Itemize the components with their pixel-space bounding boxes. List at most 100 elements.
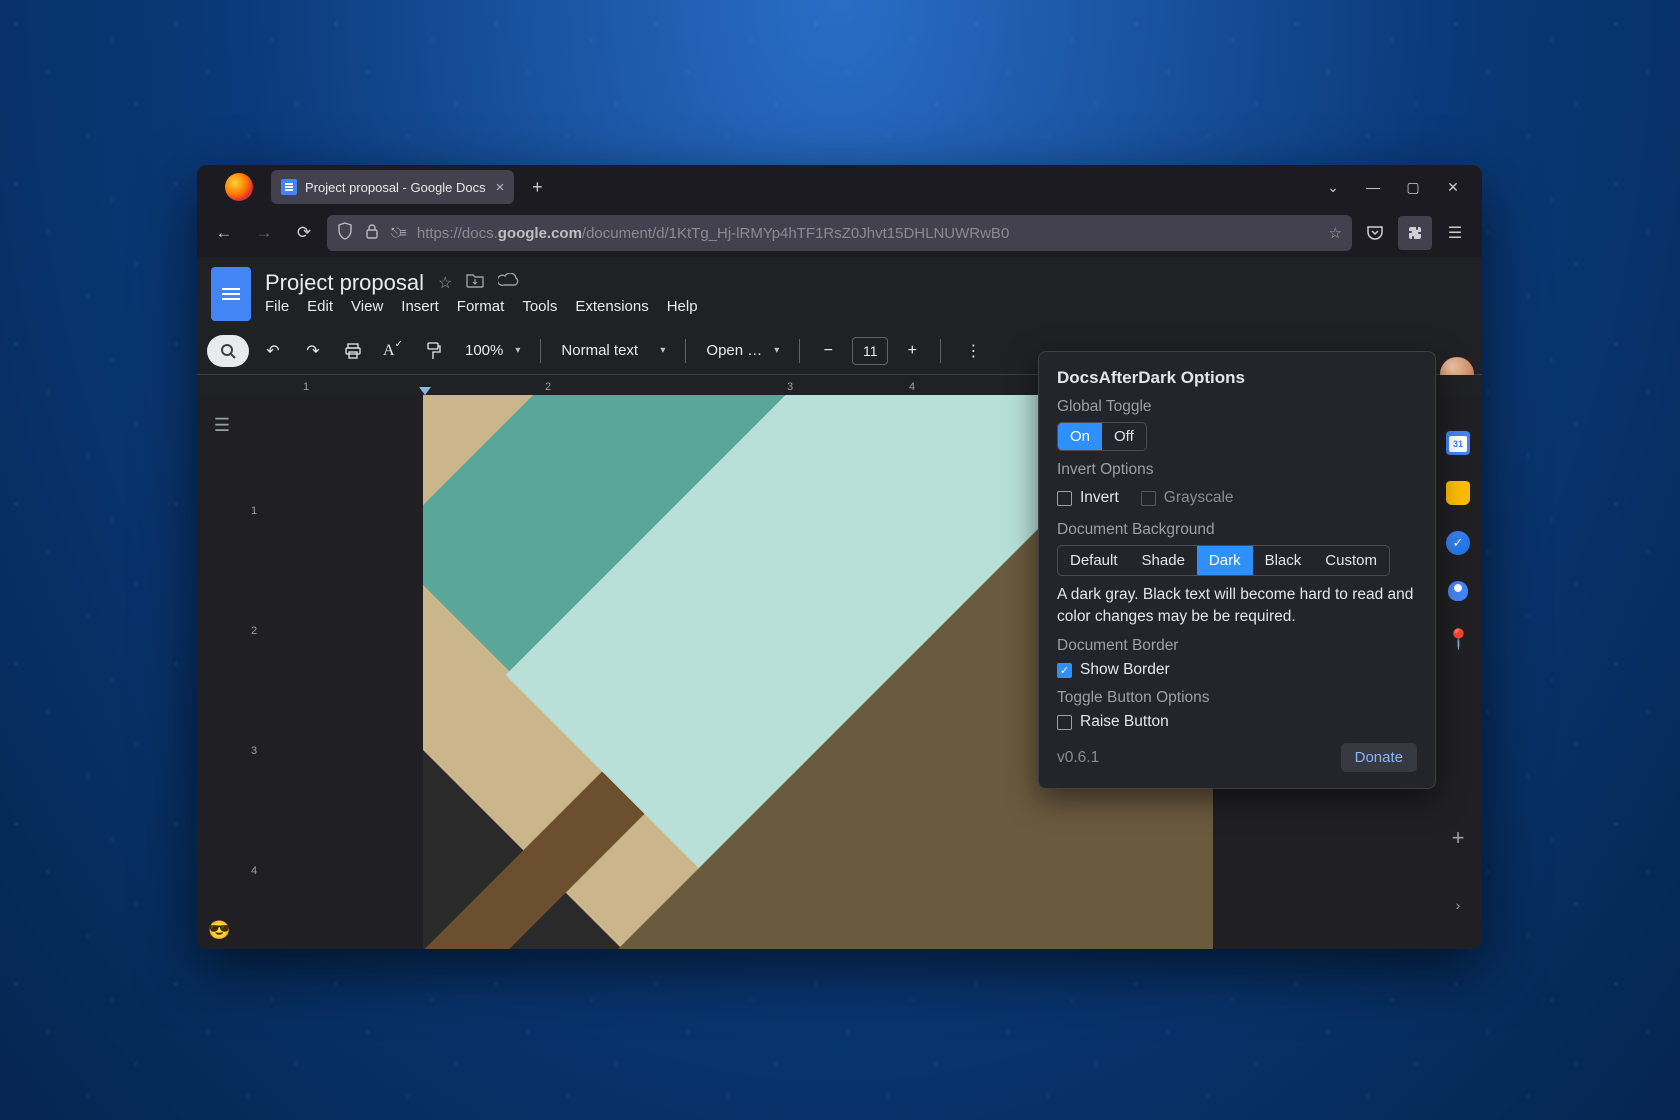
menu-help[interactable]: Help [667,298,698,315]
global-toggle-segment: On Off [1057,422,1147,451]
menu-insert[interactable]: Insert [401,298,439,315]
permissions-icon[interactable]: ⎋≡ [391,225,405,241]
side-panel-rail: 📍 + › [1434,395,1482,949]
menu-tools[interactable]: Tools [522,298,557,315]
cloud-status-icon[interactable] [498,273,520,292]
vertical-ruler[interactable]: 1 2 3 4 [247,395,267,949]
keep-icon[interactable] [1446,481,1470,505]
window-maximize-button[interactable]: ▢ [1404,179,1422,196]
ruler-tick: 3 [251,745,257,757]
move-folder-icon[interactable] [466,272,484,293]
show-border-text: Show Border [1080,661,1170,679]
redo-button[interactable]: ↷ [297,335,329,367]
menu-bar: File Edit View Insert Format Tools Exten… [265,298,698,315]
tab-close-icon[interactable]: × [494,179,507,196]
docs-titlebar: Project proposal ☆ File Edit View Insert… [197,257,1482,321]
zoom-select[interactable]: 100% [457,335,528,367]
shield-icon[interactable] [337,222,353,244]
ruler-tick: 4 [909,381,915,393]
paragraph-style-select[interactable]: Normal text [553,335,673,367]
global-toggle-on[interactable]: On [1058,423,1102,450]
maps-icon[interactable]: 📍 [1446,627,1470,651]
tabs-dropdown-icon[interactable]: ⌄ [1324,179,1342,196]
docs-favicon-icon [281,179,297,195]
global-toggle-label: Global Toggle [1057,398,1417,416]
ruler-tick: 2 [545,381,551,393]
grayscale-checkbox [1141,491,1156,506]
lock-icon[interactable] [365,223,379,243]
doc-border-label: Document Border [1057,637,1417,655]
bg-option-black[interactable]: Black [1253,546,1314,575]
bg-option-default[interactable]: Default [1058,546,1130,575]
url-bar[interactable]: ⎋≡ https://docs.google.com/document/d/1K… [327,215,1352,251]
menu-format[interactable]: Format [457,298,505,315]
navigation-toolbar: ← → ⟳ ⎋≡ https://docs.google.com/documen… [197,209,1482,257]
tasks-icon[interactable] [1446,531,1470,555]
forward-button[interactable]: → [247,216,281,250]
font-select[interactable]: Open … [698,335,787,367]
calendar-icon[interactable] [1446,431,1470,455]
toolbar-separator [799,339,800,363]
search-menus-button[interactable] [207,335,249,367]
global-toggle-off[interactable]: Off [1102,423,1146,450]
menu-extensions[interactable]: Extensions [575,298,648,315]
show-border-row[interactable]: ✓ Show Border [1057,661,1417,679]
font-size-input[interactable]: 11 [852,337,888,365]
doc-bg-label: Document Background [1057,521,1417,539]
ruler-tick: 1 [303,381,309,393]
docs-app: Project proposal ☆ File Edit View Insert… [197,257,1482,949]
invert-checkbox[interactable] [1057,491,1072,506]
window-close-button[interactable]: ✕ [1444,179,1462,196]
indent-marker-icon[interactable] [419,387,431,395]
star-icon[interactable]: ☆ [438,273,452,293]
menu-edit[interactable]: Edit [307,298,333,315]
document-outline-icon[interactable]: ☰ [214,415,230,436]
side-panel-collapse-icon[interactable]: › [1456,897,1461,913]
extension-version: v0.6.1 [1057,749,1099,767]
back-button[interactable]: ← [207,216,241,250]
menu-file[interactable]: File [265,298,289,315]
bg-option-custom[interactable]: Custom [1313,546,1389,575]
undo-button[interactable]: ↶ [257,335,289,367]
menu-view[interactable]: View [351,298,383,315]
toolbar-separator [540,339,541,363]
extensions-button[interactable] [1398,216,1432,250]
ruler-tick: 2 [251,625,257,637]
toolbar-overflow-button[interactable]: ⋮ [957,335,989,367]
bg-option-shade[interactable]: Shade [1130,546,1197,575]
get-addons-icon[interactable]: + [1452,825,1465,851]
bg-option-dark[interactable]: Dark [1197,546,1253,575]
app-menu-button[interactable]: ☰ [1438,216,1472,250]
pocket-icon[interactable] [1358,216,1392,250]
reload-button[interactable]: ⟳ [287,216,321,250]
invert-text: Invert [1080,489,1119,507]
window-minimize-button[interactable]: — [1364,179,1382,196]
raise-button-checkbox[interactable] [1057,715,1072,730]
browser-window: Project proposal - Google Docs × + ⌄ — ▢… [197,165,1482,949]
document-title[interactable]: Project proposal [265,270,424,296]
new-tab-button[interactable]: + [522,177,552,198]
bg-description: A dark gray. Black text will become hard… [1057,584,1417,627]
ruler-tick: 3 [787,381,793,393]
toolbar-separator [940,339,941,363]
doc-bg-segment: Default Shade Dark Black Custom [1057,545,1390,576]
url-text: https://docs.google.com/document/d/1KtTg… [417,225,1317,242]
invert-checkbox-row[interactable]: Invert [1057,489,1119,507]
raise-button-row[interactable]: Raise Button [1057,713,1417,731]
contacts-icon[interactable] [1448,581,1468,601]
donate-button[interactable]: Donate [1341,743,1417,772]
ruler-tick: 1 [251,505,257,517]
font-size-decrease[interactable]: − [812,335,844,367]
tab-active[interactable]: Project proposal - Google Docs × [271,170,514,204]
font-size-increase[interactable]: + [896,335,928,367]
bookmark-star-icon[interactable]: ☆ [1329,224,1342,242]
raise-button-text: Raise Button [1080,713,1169,731]
spellcheck-button[interactable]: A✓ [377,335,409,367]
emoji-reaction-icon[interactable]: 😎 [208,920,230,941]
show-border-checkbox[interactable]: ✓ [1057,663,1072,678]
paint-format-button[interactable] [417,335,449,367]
popup-title: DocsAfterDark Options [1057,368,1417,388]
docs-logo-icon[interactable] [211,267,251,321]
print-button[interactable] [337,335,369,367]
left-gutter: ☰ 😎 [197,395,247,949]
